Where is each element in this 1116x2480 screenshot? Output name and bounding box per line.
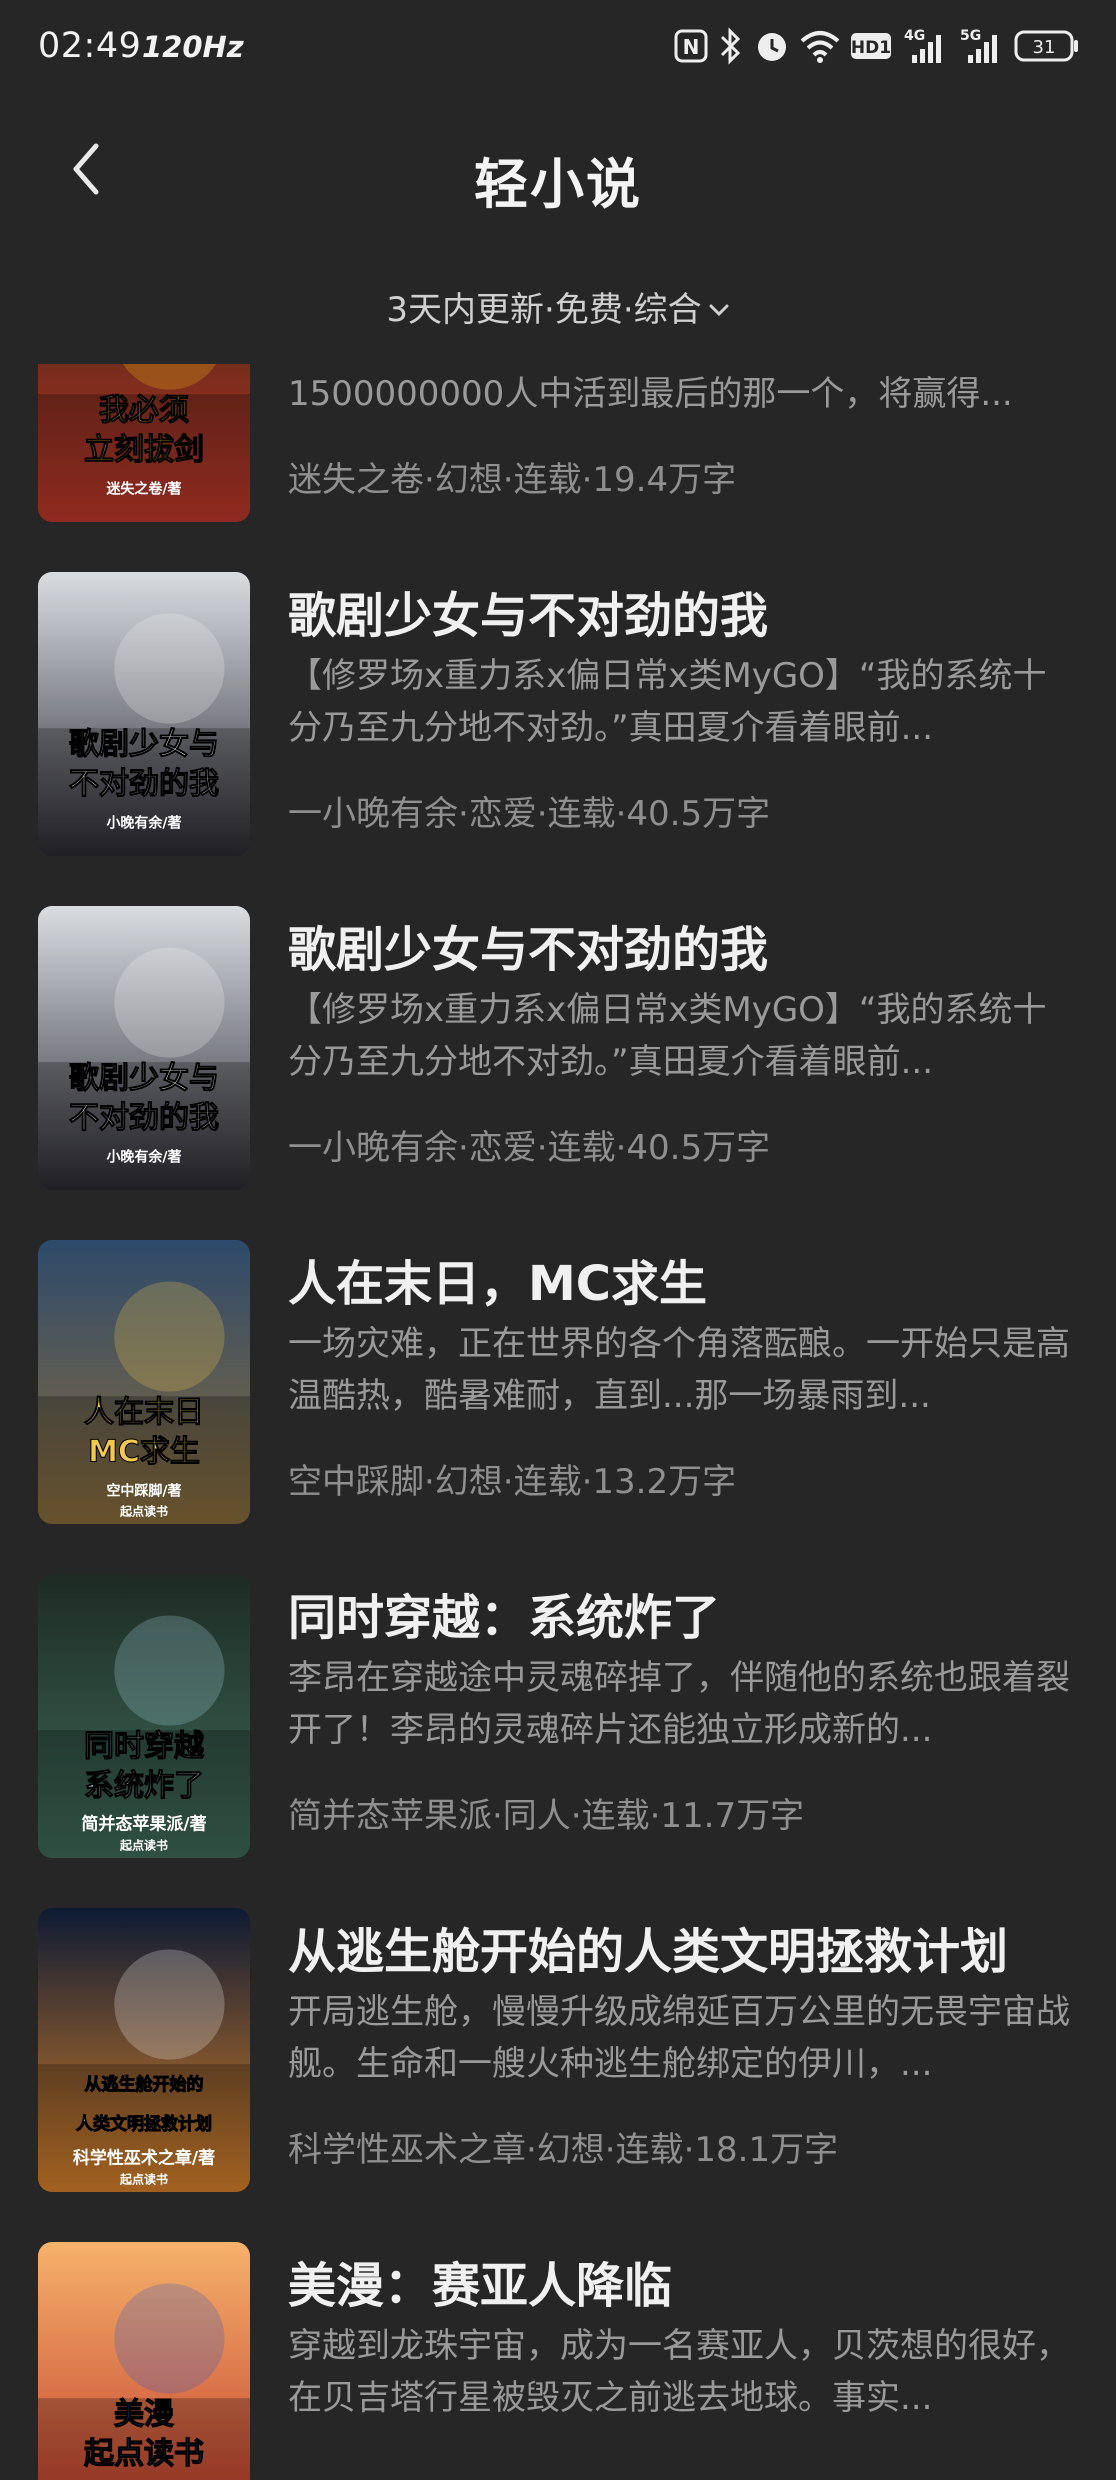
book-meta: 科学性巫术之章·幻想·连载·18.1万字 [288, 2130, 839, 2170]
svg-text:MC求生: MC求生 [88, 1435, 200, 1470]
book-cover[interactable]: 同时穿越系统炸了简并态苹果派/著起点读书 [38, 1574, 250, 1858]
svg-text:我必须: 我必须 [99, 393, 189, 428]
svg-text:N: N [683, 35, 700, 59]
bluetooth-icon [718, 27, 744, 65]
refresh-rate: 120Hz [142, 30, 244, 64]
app-header: 轻小说 [0, 120, 1116, 230]
signal-4g-icon: 4G [902, 27, 948, 65]
svg-text:立刻拔剑: 立刻拔剑 [84, 433, 204, 468]
svg-text:歌剧少女与: 歌剧少女与 [69, 1061, 219, 1096]
chevron-down-icon [708, 287, 730, 327]
status-bar: 02:49 120Hz N HD1 4G 5G 31 [0, 0, 1116, 92]
svg-text:歌剧少女与: 歌剧少女与 [69, 727, 219, 762]
svg-text:迷失之卷/著: 迷失之卷/著 [105, 481, 181, 498]
filter-label: 3天内更新·免费·综合 [386, 290, 702, 330]
book-description: 开局逃生舱，慢慢升级成绵延百万公里的无畏宇宙战舰。生命和一艘火种逃生舱绑定的伊川… [288, 1992, 1070, 2084]
status-icons: N HD1 4G 5G 31 [674, 24, 1080, 68]
book-cover[interactable]: 我必须立刻拔剑迷失之卷/著 [38, 364, 250, 522]
book-item[interactable]: 歌剧少女与 不对劲的我 小晚有余/著 歌剧少女与不对劲的我 【修罗场x重力系x偏日常x类… [0, 572, 1116, 906]
book-description: 这场圣杯战争只有一个规则：在这个世界1500000000人中活到最后的那一个，将… [288, 374, 1013, 414]
book-title[interactable]: 歌剧少女与不对劲的我 [288, 576, 1088, 646]
book-cover[interactable]: 歌剧少女与不对劲的我小晚有余/著 [38, 572, 250, 856]
book-item[interactable]: 歌剧少女与 不对劲的我 小晚有余/著 歌剧少女与不对劲的我 【修罗场x重力系x偏日常x类… [0, 906, 1116, 1240]
svg-text:从逃生舱开始的: 从逃生舱开始的 [85, 2074, 204, 2095]
book-item[interactable]: 同时穿越 系统炸了 简并态苹果派/著 起点读书 同时穿越：系统炸了 李昂在穿越途中灵魂碎掉… [0, 1574, 1116, 1908]
nfc-icon: N [674, 29, 708, 63]
alarm-icon [754, 28, 790, 64]
svg-text:不对劲的我: 不对劲的我 [69, 1101, 219, 1136]
book-item[interactable]: 从逃生舱开始的 人类文明拯救计划 科学性巫术之章/著 起点读书 从逃生舱开始的人类文明拯… [0, 1908, 1116, 2242]
svg-text:起点读书: 起点读书 [84, 2437, 204, 2472]
book-meta: 一小晚有余·恋爱·连载·40.5万字 [288, 1128, 771, 1168]
book-description: 李昂在穿越途中灵魂碎掉了，伴随他的系统也跟着裂开了！李昂的灵魂碎片还能独立形成新… [288, 1658, 1070, 1750]
book-meta: 一小晚有余·恋爱·连载·40.5万字 [288, 794, 771, 834]
svg-text:5G: 5G [960, 28, 981, 44]
book-meta: 空中踩脚·幻想·连载·13.2万字 [288, 1462, 737, 1502]
svg-text:系统炸了: 系统炸了 [84, 1769, 204, 1804]
book-title[interactable]: 从逃生舱开始的人类文明拯救计划 [288, 1912, 1088, 1982]
svg-text:HD1: HD1 [851, 38, 891, 58]
book-item[interactable]: 美漫 起点读书 美漫：赛亚人降临 穿越到龙珠宇宙，成为一名赛亚人，贝茨想的很好，在贝吉… [0, 2242, 1116, 2480]
svg-text:同时穿越: 同时穿越 [84, 1729, 205, 1764]
book-cover[interactable]: 歌剧少女与不对劲的我小晚有余/著 [38, 906, 250, 1190]
svg-text:起点读书: 起点读书 [119, 1837, 168, 1852]
svg-text:起点读书: 起点读书 [119, 1503, 168, 1518]
book-title[interactable]: 美漫：赛亚人降临 [288, 2246, 1088, 2316]
book-list[interactable]: 我必须立刻拔剑迷失之卷/著我必须立刻拔剑 这场圣杯战争只有一个规则：在这个世界15… [0, 364, 1116, 2480]
svg-text:科学性巫术之章/著: 科学性巫术之章/著 [73, 2148, 215, 2169]
filter-dropdown[interactable]: 3天内更新·免费·综合 [0, 282, 1116, 332]
svg-text:起点读书: 起点读书 [119, 2171, 168, 2186]
svg-text:人在末日: 人在末日 [84, 1395, 204, 1430]
book-title[interactable]: 同时穿越：系统炸了 [288, 1578, 1088, 1648]
wifi-icon [800, 29, 840, 63]
book-title[interactable]: 人在末日，MC求生 [288, 1244, 1088, 1314]
svg-text:31: 31 [1033, 37, 1056, 58]
svg-text:小晚有余/著: 小晚有余/著 [106, 815, 181, 832]
battery-icon: 31 [1014, 29, 1080, 63]
book-item[interactable]: 我必须立刻拔剑迷失之卷/著我必须立刻拔剑 这场圣杯战争只有一个规则：在这个世界15… [0, 364, 1116, 572]
book-meta: 简并态苹果派·同人·连载·11.7万字 [288, 1796, 805, 1836]
book-cover[interactable]: 从逃生舱开始的 人类文明拯救计划 科学性巫术之章/著起点读书 [38, 1908, 250, 2192]
svg-text:小晚有余/著: 小晚有余/著 [106, 1149, 181, 1166]
book-description: 一场灾难，正在世界的各个角落酝酿。一开始只是高温酷热，酷暑难耐，直到...那一场… [288, 1324, 1070, 1416]
svg-text:人类文明拯救计划: 人类文明拯救计划 [76, 2114, 212, 2135]
svg-text:简并态苹果派/著: 简并态苹果派/著 [81, 1814, 206, 1835]
book-description: 穿越到龙珠宇宙，成为一名赛亚人，贝茨想的很好，在贝吉塔行星被毁灭之前逃去地球。事… [288, 2326, 1070, 2418]
svg-text:空中踩脚/著: 空中踩脚/著 [106, 1483, 181, 1500]
hd-voice-icon: HD1 [850, 31, 892, 61]
status-time: 02:49 [38, 26, 142, 66]
signal-5g-icon: 5G [958, 27, 1004, 65]
page-title: 轻小说 [474, 153, 642, 216]
svg-text:4G: 4G [904, 28, 925, 44]
book-description: 【修罗场x重力系x偏日常x类MyGO】“我的系统十分乃至九分地不对劲。”真田夏介… [288, 656, 1047, 748]
svg-text:不对劲的我: 不对劲的我 [69, 767, 219, 802]
book-item[interactable]: 人在末日 MC求生空中踩脚/著 起点读书 人在末日，MC求生一场灾难，正在世界的各个角… [0, 1240, 1116, 1574]
book-description: 【修罗场x重力系x偏日常x类MyGO】“我的系统十分乃至九分地不对劲。”真田夏介… [288, 990, 1047, 1082]
book-cover[interactable]: 人在末日 MC求生空中踩脚/著 起点读书 [38, 1240, 250, 1524]
book-cover[interactable]: 美漫 起点读书 [38, 2242, 250, 2480]
book-meta: 迷失之卷·幻想·连载·19.4万字 [288, 460, 737, 500]
svg-text:美漫: 美漫 [114, 2397, 174, 2432]
book-title[interactable]: 歌剧少女与不对劲的我 [288, 910, 1088, 980]
